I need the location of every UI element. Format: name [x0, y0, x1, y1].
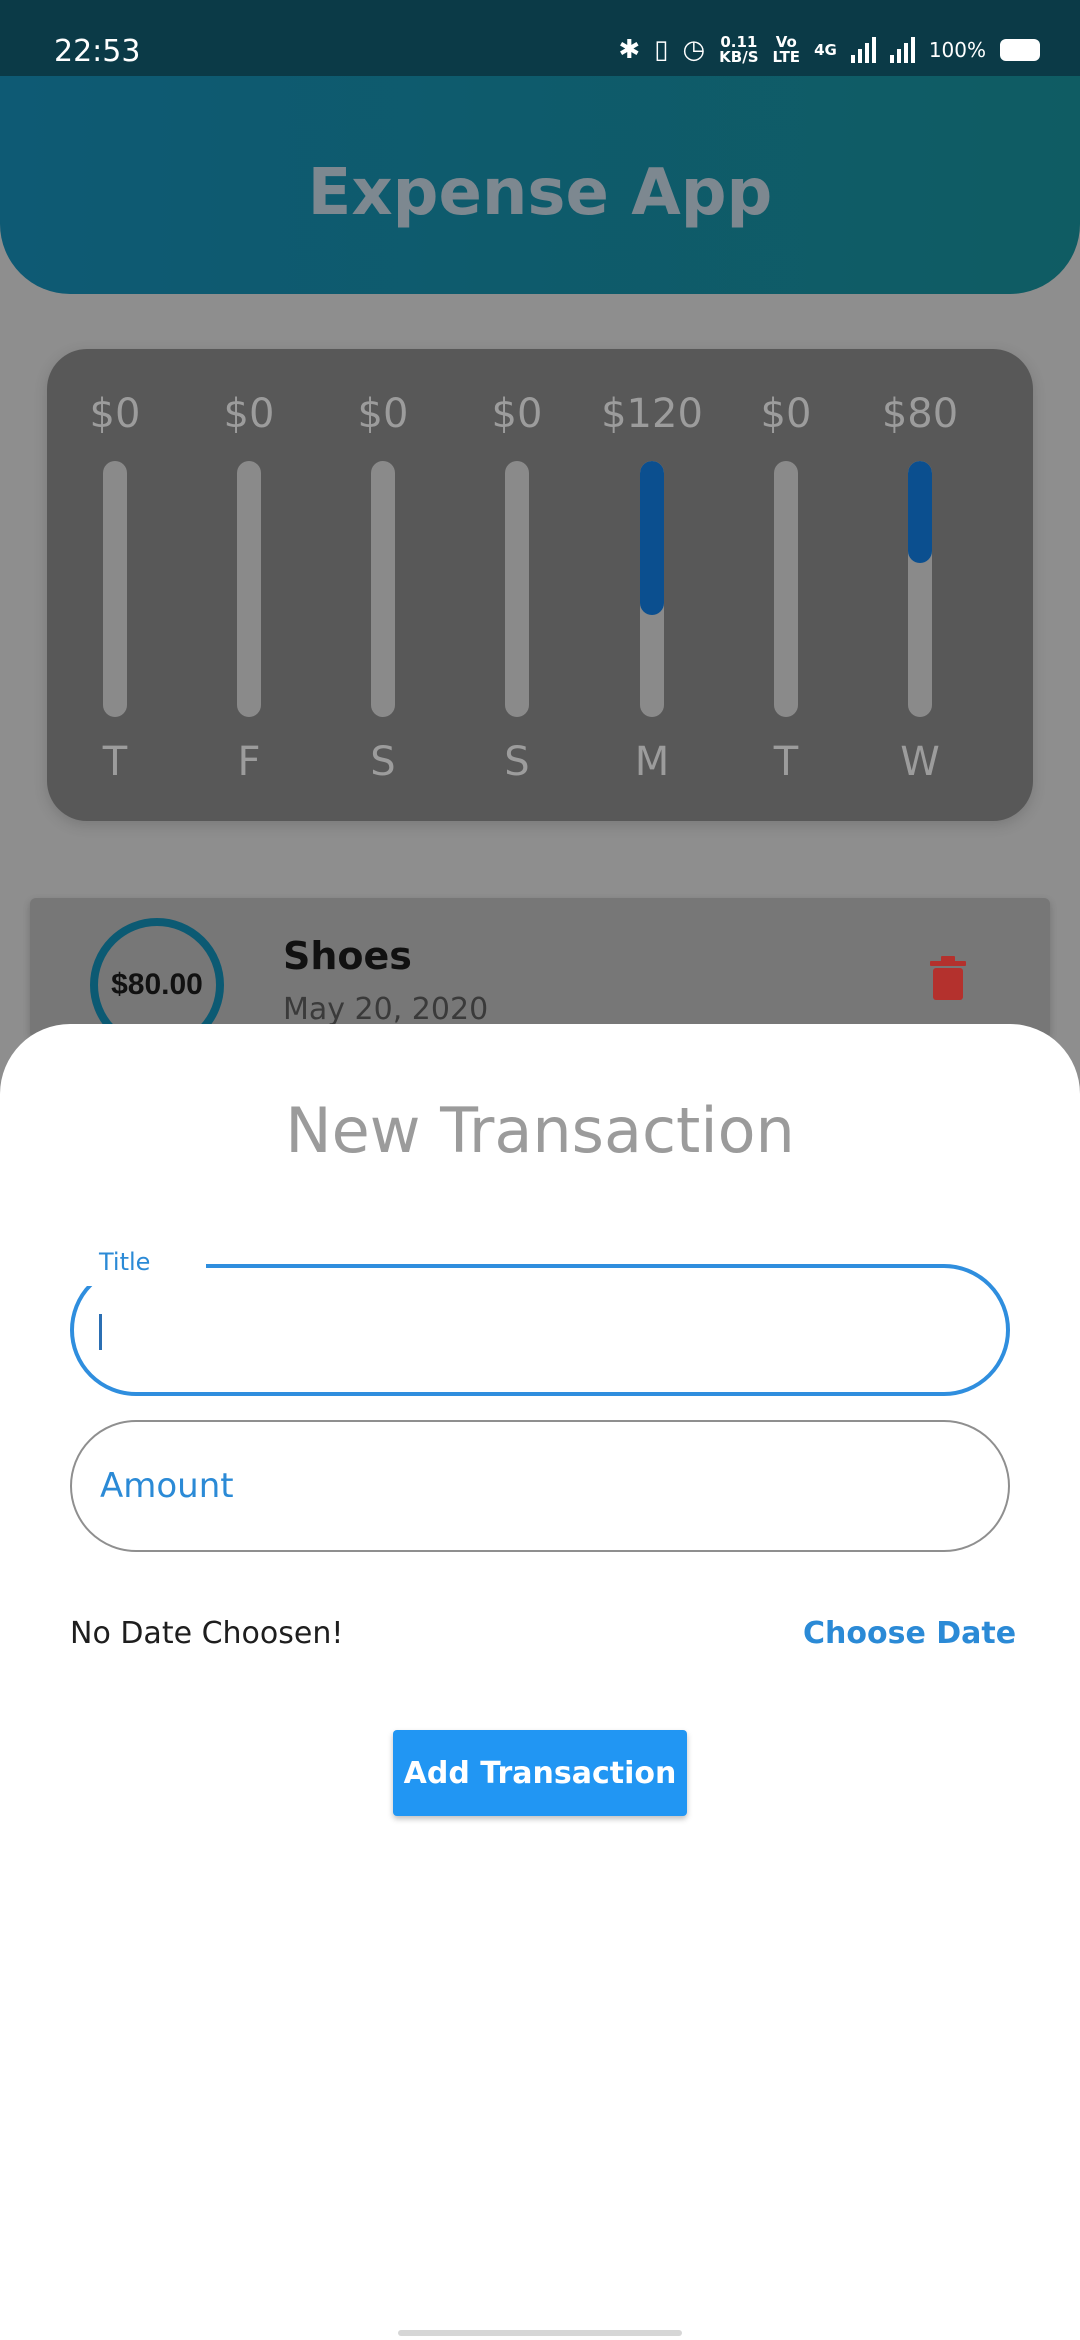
- bar-track: [237, 461, 261, 717]
- home-indicator: [398, 2330, 682, 2336]
- chart-bar-1: $0 F: [182, 349, 316, 821]
- bar-day-label: W: [900, 739, 940, 785]
- bar-day-label: F: [237, 739, 261, 785]
- bar-track: [103, 461, 127, 717]
- add-transaction-button[interactable]: Add Transaction: [393, 1730, 687, 1816]
- transaction-date: May 20, 2020: [283, 992, 489, 1027]
- bar-day-label: S: [504, 739, 530, 785]
- title-field[interactable]: Title: [70, 1240, 1010, 1396]
- app-title: Expense App: [307, 156, 773, 230]
- bar-amount-label: $120: [601, 391, 703, 437]
- data-speed: 0.11 KB/S: [719, 35, 758, 65]
- amount-input[interactable]: [100, 1422, 980, 1550]
- volte-icon: Vo LTE: [773, 35, 801, 65]
- chart-bar-6: $80 W: [853, 349, 987, 821]
- date-status: No Date Choosen!: [70, 1616, 344, 1651]
- status-icons: ✱ ▯ ◷ 0.11 KB/S Vo LTE 4G 100%: [618, 30, 1040, 70]
- bar-track: [908, 461, 932, 717]
- bar-track: [774, 461, 798, 717]
- bar-track: [371, 461, 395, 717]
- bar-day-label: S: [370, 739, 396, 785]
- battery-percent: 100%: [928, 38, 986, 62]
- bar-amount-label: $80: [881, 391, 959, 437]
- weekly-chart: $0 T $0 F $0 S $0 S $120 M $0 T $80 W: [47, 349, 1033, 821]
- network-type: 4G: [814, 40, 837, 59]
- bluetooth-icon: ✱: [618, 35, 641, 65]
- chart-bar-2: $0 S: [316, 349, 450, 821]
- chart-bar-3: $0 S: [450, 349, 584, 821]
- bar-amount-label: $0: [357, 391, 409, 437]
- app-header: Expense App: [0, 76, 1080, 294]
- data-speed-unit: KB/S: [719, 48, 759, 66]
- bar-day-label: T: [773, 739, 799, 785]
- transaction-title: Shoes: [283, 934, 412, 978]
- bar-amount-label: $0: [760, 391, 812, 437]
- title-field-label: Title: [99, 1248, 151, 1276]
- amount-field[interactable]: [70, 1420, 1010, 1552]
- bar-amount-label: $0: [89, 391, 141, 437]
- volte-bottom: LTE: [772, 48, 801, 66]
- bar-track: [640, 461, 664, 717]
- battery-icon: [1000, 39, 1040, 61]
- choose-date-button[interactable]: Choose Date: [803, 1616, 1016, 1651]
- alarm-icon: ◷: [682, 35, 706, 65]
- bar-fill: [640, 461, 664, 615]
- bar-day-label: T: [102, 739, 128, 785]
- signal-icon: [850, 37, 876, 63]
- bar-amount-label: $0: [491, 391, 543, 437]
- chart-bar-0: $0 T: [48, 349, 182, 821]
- bar-day-label: M: [634, 739, 670, 785]
- vibrate-icon: ▯: [654, 35, 669, 65]
- text-cursor: [99, 1314, 102, 1350]
- transaction-amount: $80.00: [111, 968, 203, 1001]
- chart-bar-4: $120 M: [585, 349, 719, 821]
- status-bar: 22:53 ✱ ▯ ◷ 0.11 KB/S Vo LTE 4G 100%: [0, 0, 1080, 76]
- bar-fill: [908, 461, 932, 563]
- sheet-title: New Transaction: [285, 1094, 795, 1167]
- signal-icon-2: [889, 37, 915, 63]
- trash-icon[interactable]: [930, 956, 966, 1000]
- new-transaction-sheet: New Transaction Title No Date Choosen! C…: [0, 1024, 1080, 2340]
- title-input[interactable]: [110, 1290, 970, 1370]
- transaction-item[interactable]: $80.00 Shoes May 20, 2020: [30, 898, 1050, 1052]
- status-time: 22:53: [54, 34, 141, 69]
- bar-amount-label: $0: [223, 391, 275, 437]
- bar-track: [505, 461, 529, 717]
- chart-bar-5: $0 T: [719, 349, 853, 821]
